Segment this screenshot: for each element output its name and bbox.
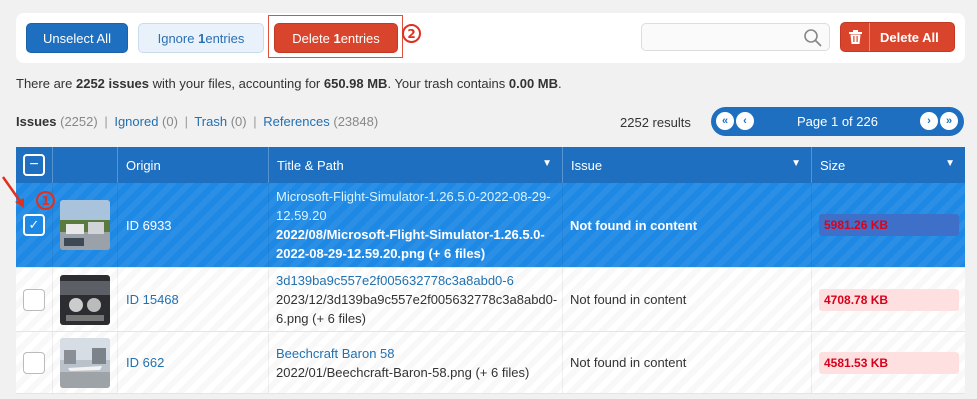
title-link[interactable]: 3d139ba9c557e2f005632778c3a8abd0-6: [276, 271, 514, 290]
size-cell: 4708.78 KB: [811, 268, 965, 331]
thumbnail-cell: [52, 183, 117, 267]
issues-table: − Origin Title & Path ▼ Issue ▼ Size ▼ ✓: [16, 147, 965, 394]
header-thumb: [52, 147, 117, 183]
tab-issues-count: (2252): [60, 114, 98, 129]
toolbar: Unselect All Ignore 1 entries Delete 1 e…: [16, 13, 965, 63]
thumbnail-cell: [52, 332, 117, 393]
summary-size: 650.98 MB: [323, 76, 388, 91]
table-row[interactable]: ✓ ID 6933 Microsoft-Flight-Simulator-1.2…: [16, 183, 965, 268]
tab-ignored[interactable]: Ignored: [114, 114, 158, 129]
last-page-button[interactable]: »: [940, 112, 958, 130]
origin-link[interactable]: ID 6933: [126, 218, 172, 233]
tab-references-count: (23848): [333, 114, 379, 129]
thumbnail-image: [60, 200, 110, 250]
origin-cell: ID 662: [117, 332, 268, 393]
separator: |: [184, 114, 188, 129]
column-size[interactable]: Size ▼: [811, 147, 965, 183]
summary-part: .: [558, 76, 562, 91]
title-link[interactable]: Microsoft-Flight-Simulator-1.26.5.0-2022…: [276, 187, 556, 225]
origin-link[interactable]: ID 662: [126, 355, 164, 370]
issue-cell: Not found in content: [562, 332, 811, 393]
chevron-down-icon[interactable]: ▼: [542, 158, 552, 169]
results-count: 2252 results: [620, 115, 691, 130]
column-title-path[interactable]: Title & Path ▼: [268, 147, 562, 183]
row-checkbox[interactable]: [23, 351, 45, 374]
issue-text: Not found in content: [570, 217, 698, 233]
row-checkbox[interactable]: ✓: [23, 214, 45, 236]
column-origin-label: Origin: [126, 157, 161, 173]
table-row[interactable]: ID 662 Beechcraft Baron 58 2022/01/Beech…: [16, 332, 965, 394]
file-path: 2022/08/Microsoft-Flight-Simulator-1.26.…: [276, 227, 545, 261]
separator: |: [253, 114, 257, 129]
separator: |: [104, 114, 108, 129]
title-path-cell: 3d139ba9c557e2f005632778c3a8abd0-6 2023/…: [268, 268, 562, 331]
size-badge: 5981.26 KB: [819, 214, 959, 236]
next-page-button[interactable]: ›: [920, 112, 938, 130]
thumbnail-cell: [52, 268, 117, 331]
ignore-count: 1: [198, 30, 206, 46]
ignore-suffix: entries: [205, 30, 245, 46]
thumbnail-image: [60, 337, 110, 388]
column-size-label: Size: [820, 157, 846, 173]
chevron-down-icon[interactable]: ▼: [945, 158, 955, 169]
file-path: 2023/12/3d139ba9c557e2f005632778c3a8abd0…: [276, 292, 558, 326]
size-badge: 4708.78 KB: [819, 288, 959, 311]
delete-all-button[interactable]: Delete All: [840, 22, 955, 52]
summary-part: with your files, accounting for: [149, 76, 324, 91]
delete-all-label: Delete All: [880, 29, 939, 45]
tab-references[interactable]: References: [263, 114, 329, 129]
column-issue-label: Issue: [571, 157, 603, 173]
tab-trash-count: (0): [230, 114, 247, 129]
issue-text: Not found in content: [570, 292, 687, 307]
summary-trash: 0.00 MB: [508, 76, 559, 91]
ignore-prefix: Ignore: [157, 30, 195, 46]
file-path: 2022/01/Beechcraft-Baron-58.png (+ 6 fil…: [276, 364, 530, 380]
highlight-box: [268, 15, 403, 58]
tab-trash[interactable]: Trash: [194, 114, 227, 129]
summary-part: . Your trash contains: [387, 76, 509, 91]
search-input[interactable]: [641, 23, 830, 51]
annotation-arrow-icon: [1, 176, 24, 208]
summary-text: There are 2252 issues with your files, a…: [16, 76, 562, 91]
step-marker-1: 1: [36, 191, 55, 210]
origin-cell: ID 6933: [117, 183, 268, 267]
size-badge: 4581.53 KB: [819, 351, 959, 374]
issue-cell: Not found in content: [562, 268, 811, 331]
table-header: − Origin Title & Path ▼ Issue ▼ Size ▼: [16, 147, 965, 183]
trash-icon: [841, 23, 870, 51]
step-marker-2: 2: [402, 24, 421, 43]
size-cell: 5981.26 KB: [811, 183, 965, 267]
unselect-all-button[interactable]: Unselect All: [26, 23, 128, 53]
summary-part: There are: [16, 76, 76, 91]
thumbnail-image: [60, 274, 110, 325]
table-row[interactable]: ID 15468 3d139ba9c557e2f005632778c3a8abd…: [16, 268, 965, 332]
column-issue[interactable]: Issue ▼: [562, 147, 811, 183]
pagination: « ‹ Page 1 of 226 › »: [711, 107, 964, 136]
title-link[interactable]: Beechcraft Baron 58: [276, 344, 395, 363]
row-checkbox[interactable]: [23, 288, 45, 311]
row-checkbox-cell: [16, 268, 52, 331]
row-checkbox-cell: [16, 332, 52, 393]
column-origin[interactable]: Origin: [117, 147, 268, 183]
origin-link[interactable]: ID 15468: [126, 292, 179, 307]
issue-cell: Not found in content: [562, 183, 811, 267]
issue-text: Not found in content: [570, 355, 687, 370]
chevron-down-icon[interactable]: ▼: [791, 158, 801, 169]
title-path-cell: Microsoft-Flight-Simulator-1.26.5.0-2022…: [268, 183, 562, 267]
tab-ignored-count: (0): [162, 114, 178, 129]
tab-issues[interactable]: Issues: [16, 114, 56, 129]
filter-tabs: Issues (2252) | Ignored (0) | Trash (0) …: [16, 114, 378, 129]
size-cell: 4581.53 KB: [811, 332, 965, 393]
origin-cell: ID 15468: [117, 268, 268, 331]
ignore-entries-button[interactable]: Ignore 1 entries: [138, 23, 264, 53]
select-all-checkbox[interactable]: −: [23, 154, 45, 176]
search-icon: [804, 29, 822, 47]
column-title-label: Title & Path: [277, 157, 344, 173]
title-path-cell: Beechcraft Baron 58 2022/01/Beechcraft-B…: [268, 332, 562, 393]
summary-issues: 2252 issues: [75, 76, 149, 91]
